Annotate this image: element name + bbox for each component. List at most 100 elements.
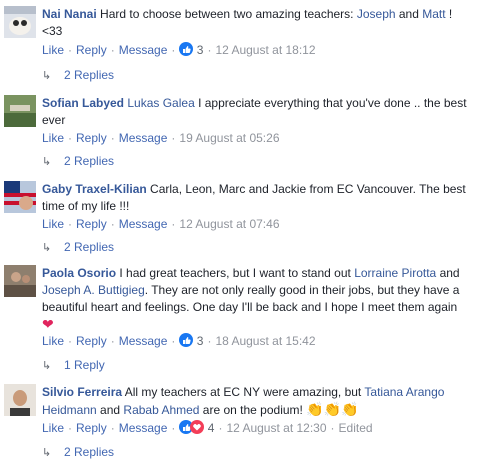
separator: ·	[171, 43, 176, 58]
replies-link[interactable]: ↳ 2 Replies	[42, 153, 114, 169]
like-link[interactable]: Like	[42, 43, 64, 57]
comment-timestamp[interactable]: 12 August at 07:46	[179, 217, 279, 231]
comment-text: and	[395, 7, 423, 21]
avatar-image	[4, 384, 36, 416]
comment-author[interactable]: Gaby Traxel-Kilian	[42, 182, 147, 196]
comment-author[interactable]: Silvio Ferreira	[42, 385, 122, 399]
replies-count[interactable]: 2 Replies	[64, 445, 114, 459]
comment-actions: Like · Reply · Message · 19 August at 05:26	[42, 130, 280, 146]
separator: ·	[110, 334, 115, 349]
separator: ·	[330, 421, 335, 436]
mention-link[interactable]: Matt	[422, 7, 445, 21]
replies-count[interactable]: 2 Replies	[64, 154, 114, 168]
comment-text: are on the podium!	[199, 403, 307, 417]
separator: ·	[68, 334, 73, 349]
reply-link[interactable]: Reply	[76, 217, 107, 231]
replies-link[interactable]: ↳ 2 Replies	[42, 239, 114, 255]
separator: ·	[110, 217, 115, 231]
replies-count[interactable]: 1 Reply	[64, 358, 105, 372]
replies-count[interactable]: 2 Replies	[64, 68, 114, 82]
comment-actions: Like · Reply · Message · 4 · 12 August at 12:30…	[42, 420, 373, 436]
comment-text: All my teachers at EC NY were amazing, b…	[122, 385, 365, 399]
comment-timestamp[interactable]: 12 August at 12:30	[226, 421, 326, 435]
avatar-image	[4, 181, 36, 213]
separator: ·	[68, 131, 73, 145]
separator: ·	[110, 43, 115, 58]
heart-emoji: ❤	[42, 316, 54, 332]
separator: ·	[68, 421, 73, 436]
separator: ·	[207, 334, 212, 349]
replies-link[interactable]: ↳ 1 Reply	[42, 357, 105, 373]
reaction-count[interactable]: 3	[197, 334, 204, 348]
comment-text: Hard to choose between two amazing teach…	[96, 7, 357, 21]
separator: ·	[218, 421, 223, 436]
mention-link[interactable]: Lukas Galea	[127, 96, 194, 110]
like-link[interactable]: Like	[42, 421, 64, 435]
reply-arrow-icon: ↳	[42, 242, 52, 254]
avatar-image	[4, 95, 36, 127]
comment-timestamp[interactable]: 18 August at 15:42	[215, 334, 315, 348]
love-reaction-icon[interactable]	[190, 420, 205, 438]
message-link[interactable]: Message	[119, 43, 168, 57]
avatar-image	[4, 265, 36, 297]
avatar[interactable]	[4, 384, 36, 416]
mention-link[interactable]: Rabab Ahmed	[123, 403, 199, 417]
like-link[interactable]: Like	[42, 217, 64, 231]
message-link[interactable]: Message	[119, 421, 168, 435]
comment-body: Paola Osorio I had great teachers, but I…	[42, 265, 472, 334]
comment-actions: Like · Reply · Message · 3 · 12 August at 18:12	[42, 42, 316, 58]
separator: ·	[171, 131, 176, 145]
separator: ·	[110, 131, 115, 145]
separator: ·	[171, 334, 176, 349]
comment-timestamp[interactable]: 19 August at 05:26	[179, 131, 279, 145]
replies-link[interactable]: ↳ 2 Replies	[42, 67, 114, 83]
avatar[interactable]	[4, 265, 36, 297]
mention-link[interactable]: Joseph A. Buttigieg	[42, 283, 145, 297]
mention-link[interactable]: Joseph	[357, 7, 396, 21]
reply-link[interactable]: Reply	[76, 421, 107, 435]
comment-body: Silvio Ferreira All my teachers at EC NY…	[42, 384, 472, 419]
reaction-count[interactable]: 3	[197, 43, 204, 57]
like-reaction-icon[interactable]	[179, 333, 194, 351]
separator: ·	[68, 217, 73, 231]
separator: ·	[110, 421, 115, 436]
message-link[interactable]: Message	[119, 217, 168, 231]
avatar[interactable]	[4, 181, 36, 213]
comment-text: and	[96, 403, 124, 417]
message-link[interactable]: Message	[119, 334, 168, 348]
separator: ·	[207, 43, 212, 58]
comment-author[interactable]: Paola Osorio	[42, 266, 116, 280]
comment-timestamp[interactable]: 12 August at 18:12	[215, 43, 315, 57]
like-reaction-icon[interactable]	[179, 42, 194, 60]
like-link[interactable]: Like	[42, 334, 64, 348]
clapping-hands-emoji: 👏👏👏	[306, 401, 359, 417]
replies-count[interactable]: 2 Replies	[64, 240, 114, 254]
separator: ·	[68, 43, 73, 58]
avatar[interactable]	[4, 95, 36, 127]
avatar[interactable]	[4, 6, 36, 38]
reaction-count[interactable]: 4	[208, 421, 215, 435]
edited-label[interactable]: Edited	[339, 421, 373, 435]
like-link[interactable]: Like	[42, 131, 64, 145]
reply-link[interactable]: Reply	[76, 131, 107, 145]
comment-text: and	[436, 266, 460, 280]
comment-text: I had great teachers, but I want to stan…	[116, 266, 355, 280]
mention-link[interactable]: Lorraine Pirotta	[354, 266, 436, 280]
replies-link[interactable]: ↳ 2 Replies	[42, 444, 114, 460]
comment-author[interactable]: Sofian Labyed	[42, 96, 124, 110]
reply-arrow-icon: ↳	[42, 360, 52, 372]
comment-body: Sofian Labyed Lukas Galea I appreciate e…	[42, 95, 472, 129]
comment-body: Gaby Traxel-Kilian Carla, Leon, Marc and…	[42, 181, 472, 215]
comment-actions: Like · Reply · Message · 3 · 18 August at 15:42	[42, 333, 316, 349]
message-link[interactable]: Message	[119, 131, 168, 145]
comment-body: Nai Nanai Hard to choose between two ama…	[42, 6, 472, 40]
reply-arrow-icon: ↳	[42, 156, 52, 168]
separator: ·	[171, 421, 176, 436]
separator: ·	[171, 217, 176, 231]
comment-author[interactable]: Nai Nanai	[42, 7, 97, 21]
comment-actions: Like · Reply · Message · 12 August at 07:46	[42, 216, 280, 232]
reply-link[interactable]: Reply	[76, 43, 107, 57]
avatar-image	[4, 6, 36, 38]
reply-arrow-icon: ↳	[42, 70, 52, 82]
reply-link[interactable]: Reply	[76, 334, 107, 348]
